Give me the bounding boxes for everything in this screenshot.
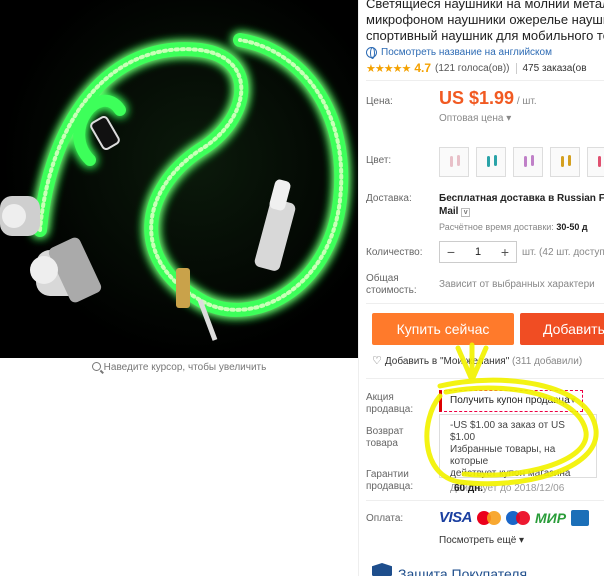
guarantee-value: 60 дн. xyxy=(454,483,484,494)
translate-link-text: Посмотреть название на английском xyxy=(381,47,552,58)
returns-label-line: товара xyxy=(366,438,398,449)
price-unit: / шт. xyxy=(516,96,537,107)
add-to-wishlist-link[interactable]: ♡ Добавить в "Мои желания" (311 добавили) xyxy=(372,354,582,367)
heart-icon: ♡ xyxy=(372,355,382,367)
price-label: Цена: xyxy=(366,96,393,107)
title-line: Светящиеся наушники на молнии металл xyxy=(366,0,604,11)
buyer-protection-title: Защита Покупателя xyxy=(398,566,528,576)
see-more-payments-link[interactable]: Посмотреть ещё ▾ xyxy=(439,535,524,546)
visa-icon: VISA xyxy=(439,509,473,526)
rating-row: ★★★★★ 4.7 (121 голоса(ов)) 475 заказа(ов xyxy=(366,61,604,75)
caret-down-icon: ▼ xyxy=(569,396,577,405)
wishlist-count: (311 добавили) xyxy=(512,356,583,367)
color-swatch[interactable] xyxy=(476,147,506,177)
delivery-time-label: Расчётное время доставки: xyxy=(439,222,554,232)
divider xyxy=(366,378,604,379)
separator xyxy=(515,62,517,74)
coupon-description: действует купон магазина xyxy=(450,468,571,479)
guarantee-label-line: продавца: xyxy=(366,481,414,492)
buyer-protection[interactable]: Защита Покупателя xyxy=(372,563,527,576)
wholesale-label: Оптовая цена xyxy=(439,113,504,124)
coupon-dropdown-panel[interactable]: -US $1.00 за заказ от US $1.00 Избранные… xyxy=(439,414,597,494)
total-label-line: стоимость: xyxy=(366,285,417,296)
guarantee-label-line: Гарантии xyxy=(366,469,409,480)
mastercard-icon xyxy=(477,510,502,526)
payment-methods: VISA МИР xyxy=(439,509,590,526)
divider xyxy=(366,303,604,304)
product-info-panel: Светящиеся наушники на молнии металл мик… xyxy=(366,0,604,576)
coupon-description: Избранные товары, на которые xyxy=(450,444,556,467)
seller-promo-label: Акция продавца: xyxy=(366,392,432,416)
see-more-text: Посмотреть ещё xyxy=(439,535,517,546)
buy-now-button[interactable]: Купить сейчас xyxy=(372,313,514,345)
price-block: US $1.99 / шт. Оптовая цена ▾ xyxy=(439,89,537,125)
chevron-down-icon[interactable]: v xyxy=(461,208,471,217)
divider xyxy=(366,80,604,81)
shipping-method-line2: Mail xyxy=(439,206,459,217)
caret-down-icon: ▾ xyxy=(506,113,512,124)
delivery-time-value: 30-50 д xyxy=(556,222,588,232)
color-swatch[interactable] xyxy=(513,147,543,177)
product-image[interactable] xyxy=(0,0,358,358)
divider xyxy=(366,500,604,501)
quantity-stepper: − 1 + xyxy=(439,241,517,263)
color-swatch[interactable] xyxy=(587,147,604,177)
seller-promo-label-line: Акция xyxy=(366,392,394,403)
title-line: микрофоном наушники ожерелье наушн xyxy=(366,12,604,27)
get-coupon-dropdown[interactable]: Получить купон продавца ▼ xyxy=(439,390,583,412)
total-label-line: Общая xyxy=(366,273,399,284)
color-swatches xyxy=(439,147,604,177)
payment-label: Оплата: xyxy=(366,513,404,524)
guarantee-label: Гарантии продавца: xyxy=(366,469,432,493)
product-title: Светящиеся наушники на молнии металл мик… xyxy=(366,0,604,44)
orders-count: 475 заказа(ов xyxy=(522,62,587,74)
translate-title-link[interactable]: Посмотреть название на английском xyxy=(366,47,604,59)
card-icon xyxy=(571,509,590,526)
quantity-available: шт. (42 шт. доступ xyxy=(522,246,604,258)
color-label: Цвет: xyxy=(366,155,392,166)
zoom-hint-text: Наведите курсор, чтобы увеличить xyxy=(103,362,267,373)
add-to-cart-button[interactable]: Добавить xyxy=(520,313,604,345)
total-value: Зависит от выбранных характери xyxy=(439,279,595,290)
shipping-label: Доставка: xyxy=(366,193,412,204)
maestro-icon xyxy=(506,510,531,526)
panel-divider xyxy=(358,0,359,576)
quantity-input[interactable]: 1 xyxy=(462,246,494,259)
title-line: спортивный наушник для мобильного те xyxy=(366,28,604,43)
wishlist-label: Добавить в "Мои желания" xyxy=(384,356,510,367)
wholesale-price-toggle[interactable]: Оптовая цена ▾ xyxy=(439,112,537,125)
color-swatch[interactable] xyxy=(439,147,469,177)
globe-icon xyxy=(366,47,377,59)
color-swatch[interactable] xyxy=(550,147,580,177)
seller-promo-label-line: продавца: xyxy=(366,404,414,415)
decrease-quantity-button[interactable]: − xyxy=(440,245,462,259)
glowing-earphones-illustration xyxy=(0,33,349,341)
rating-value: 4.7 xyxy=(414,61,431,75)
mir-icon: МИР xyxy=(535,509,567,526)
caret-down-icon: ▾ xyxy=(519,535,525,546)
quantity-label: Количество: xyxy=(366,247,423,258)
coupon-amount: -US $1.00 за заказ от US $1.00 xyxy=(450,420,565,443)
quantity-row: − 1 + шт. (42 шт. доступ xyxy=(439,241,604,263)
magnifier-icon xyxy=(91,362,101,371)
get-coupon-text: Получить купон продавца xyxy=(450,395,570,406)
zoom-hint: Наведите курсор, чтобы увеличить xyxy=(0,362,358,373)
returns-label: Возврат товара xyxy=(366,426,432,450)
increase-quantity-button[interactable]: + xyxy=(494,245,516,259)
shipping-method[interactable]: Бесплатная доставка в Russian Fe xyxy=(439,192,604,205)
returns-label-line: Возврат xyxy=(366,426,404,437)
votes-count[interactable]: (121 голоса(ов)) xyxy=(435,63,510,74)
price-value: US $1.99 xyxy=(439,88,515,108)
rating-stars-icon[interactable]: ★★★★★ xyxy=(366,62,411,75)
total-label: Общая стоимость: xyxy=(366,273,432,297)
shield-icon xyxy=(372,563,392,576)
shipping-block: Бесплатная доставка в Russian Fe Mail v … xyxy=(439,192,604,234)
